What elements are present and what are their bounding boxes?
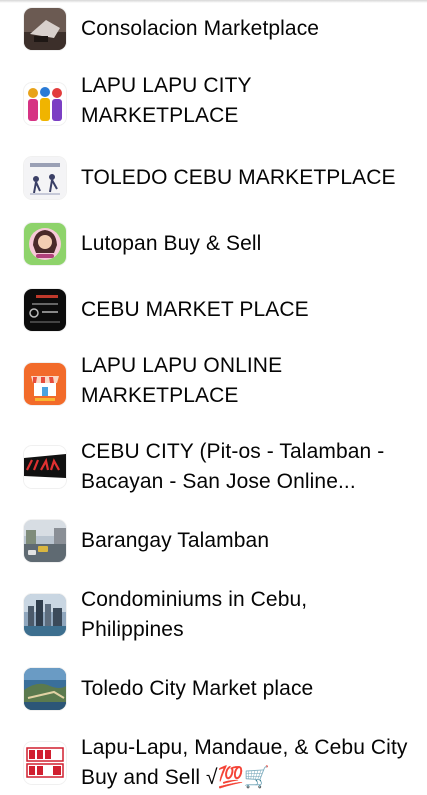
- group-item-toledo-city-market-place[interactable]: Toledo City Market place: [0, 668, 427, 710]
- group-name: TOLEDO CEBU MARKETPLACE: [81, 166, 396, 189]
- group-name: Toledo City Market place: [81, 677, 314, 700]
- group-item-cebu-market-place[interactable]: CEBU MARKET PLACE: [0, 289, 427, 331]
- group-name: LAPU LAPU CITY MARKETPLACE: [81, 74, 252, 127]
- group-item-lapu-lapu-mandaue-cebu-buy-sell[interactable]: Lapu-Lapu, Mandaue, & Cebu City Buy and …: [0, 736, 427, 789]
- group-name: CEBU MARKET PLACE: [81, 298, 309, 321]
- group-photo-icon: [24, 363, 66, 405]
- group-photo-icon: [24, 157, 66, 199]
- group-item-barangay-talamban[interactable]: Barangay Talamban: [0, 520, 427, 562]
- group-photo-icon: [24, 83, 66, 125]
- group-name: Lutopan Buy & Sell: [81, 232, 262, 255]
- group-name: LAPU LAPU ONLINE MARKETPLACE: [81, 354, 283, 407]
- group-photo-icon: [24, 8, 66, 50]
- group-name: Lapu-Lapu, Mandaue, & Cebu City Buy and …: [81, 736, 408, 789]
- group-photo-icon: [24, 520, 66, 562]
- group-name: Condominiums in Cebu, Philippines: [81, 588, 308, 641]
- group-photo-icon: [24, 446, 66, 488]
- group-photo-icon: [24, 668, 66, 710]
- group-item-cebu-city-pit-os[interactable]: CEBU CITY (Pit-os - Talamban - Bacayan -…: [0, 440, 427, 493]
- group-item-consolacion-marketplace[interactable]: Consolacion Marketplace: [0, 8, 427, 50]
- group-photo-icon: [24, 594, 66, 636]
- group-item-condominiums-in-cebu[interactable]: Condominiums in Cebu, Philippines: [0, 588, 427, 641]
- group-name: CEBU CITY (Pit-os - Talamban - Bacayan -…: [81, 440, 385, 493]
- group-name: Barangay Talamban: [81, 529, 270, 552]
- group-item-lapu-lapu-online-marketplace[interactable]: LAPU LAPU ONLINE MARKETPLACE: [0, 354, 427, 407]
- group-item-lutopan-buy-sell[interactable]: Lutopan Buy & Sell: [0, 223, 427, 265]
- group-photo-icon: [24, 223, 66, 265]
- group-name: Consolacion Marketplace: [81, 17, 320, 40]
- group-photo-icon: [24, 742, 66, 784]
- group-photo-icon: [24, 289, 66, 331]
- group-item-lapu-lapu-city-marketplace[interactable]: LAPU LAPU CITY MARKETPLACE: [0, 74, 427, 127]
- group-item-toledo-cebu-marketplace[interactable]: TOLEDO CEBU MARKETPLACE: [0, 157, 427, 199]
- groups-list: Consolacion Marketplace LAPU LAPU CITY M…: [0, 0, 427, 795]
